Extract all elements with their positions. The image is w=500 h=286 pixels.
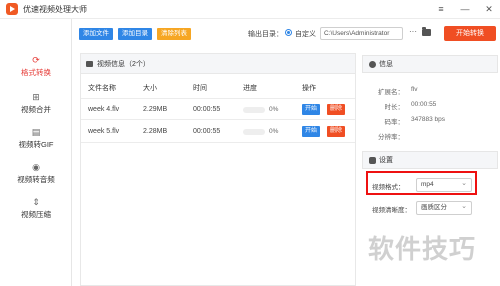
- table-row: week 4.flv 2.29MB 00:00:55 0% 开始 删除: [81, 98, 355, 120]
- settings-title: 设置: [379, 157, 393, 164]
- add-folder-button[interactable]: 添加目录: [118, 28, 152, 40]
- info-header: 信息: [362, 55, 498, 73]
- sidebar-item-label: 视频合并: [21, 105, 51, 114]
- file-duration: 00:00:55: [193, 128, 221, 135]
- file-panel-title: 视频信息（2个）: [97, 60, 150, 68]
- column-header-time: 时间: [193, 85, 207, 92]
- file-duration: 00:00:55: [193, 106, 221, 113]
- folder-icon[interactable]: [422, 27, 431, 36]
- sidebar-item-video-merge[interactable]: ⊞ 视频合并: [0, 92, 72, 115]
- file-name: week 4.flv: [88, 106, 120, 113]
- sidebar: ⟳ 格式转换 ⊞ 视频合并 ▤ 视频转GIF ◉ 视频转音频 ⇕ 视频压缩: [0, 19, 72, 286]
- start-convert-button[interactable]: 开始转换: [444, 26, 496, 41]
- add-file-button[interactable]: 添加文件: [79, 28, 113, 40]
- sidebar-item-video-compress[interactable]: ⇕ 视频压缩: [0, 197, 72, 220]
- info-icon: [369, 60, 376, 68]
- sidebar-item-video-to-gif[interactable]: ▤ 视频转GIF: [0, 127, 72, 150]
- info-title: 信息: [379, 61, 393, 68]
- gif-icon: ▤: [31, 127, 41, 137]
- custom-radio[interactable]: [285, 29, 292, 36]
- row-delete-button[interactable]: 删除: [327, 104, 346, 115]
- app-title: 优速视频处理大师: [23, 4, 87, 14]
- row-delete-button[interactable]: 删除: [327, 126, 346, 137]
- column-header-progress: 进度: [243, 85, 257, 92]
- file-size: 2.29MB: [143, 106, 168, 113]
- file-name: week 5.flv: [88, 128, 120, 135]
- minimize-icon[interactable]: —: [460, 5, 470, 14]
- more-options-icon[interactable]: ···: [409, 27, 417, 36]
- file-size: 2.28MB: [143, 128, 168, 135]
- sidebar-item-video-to-audio[interactable]: ◉ 视频转音频: [0, 162, 72, 185]
- window-controls: ≡ — ✕: [436, 0, 494, 19]
- sidebar-item-label: 格式转换: [21, 68, 51, 77]
- sidebar-item-label: 视频转GIF: [18, 140, 54, 149]
- image-icon: [86, 60, 93, 67]
- column-header-actions: 操作: [302, 85, 316, 92]
- sidebar-item-label: 视频压缩: [21, 210, 51, 219]
- sidebar-item-label: 视频转音频: [17, 175, 55, 184]
- settings-header: 设置: [362, 151, 498, 169]
- compress-icon: ⇕: [32, 197, 40, 207]
- chevron-down-icon: ⌄: [461, 203, 467, 210]
- clear-list-button[interactable]: 清除列表: [157, 28, 191, 40]
- video-merge-icon: ⊞: [32, 92, 40, 102]
- gear-icon: [369, 156, 376, 164]
- info-value: 347883 bps: [411, 116, 445, 123]
- toolbar: 添加文件 添加目录 清除列表 输出目录： 自定义 C:\Users\Admini…: [72, 19, 500, 49]
- close-icon[interactable]: ✕: [484, 5, 494, 14]
- info-key: 分辨率：: [378, 134, 404, 141]
- output-path-field[interactable]: C:\Users\Administrator: [320, 27, 403, 40]
- custom-radio-label[interactable]: 自定义: [295, 29, 316, 39]
- info-value: flv: [411, 86, 418, 93]
- highlight-box: [366, 171, 477, 195]
- video-quality-value: 画质区分: [421, 204, 447, 211]
- progress-bar: [243, 129, 265, 135]
- audio-icon: ◉: [32, 162, 40, 172]
- watermark-text: 软件技巧: [368, 234, 477, 264]
- file-list-panel: 视频信息（2个） 文件名称 大小 时间 进度 操作 week 4.flv 2.2…: [80, 53, 356, 286]
- menu-icon[interactable]: ≡: [436, 5, 446, 14]
- progress-percent: 0%: [269, 128, 279, 135]
- video-quality-select[interactable]: 画质区分 ⌄: [416, 201, 472, 215]
- info-value: 00:00:55: [411, 101, 437, 108]
- info-key: 码率：: [384, 119, 405, 126]
- info-key: 时长：: [384, 104, 405, 111]
- app-logo-icon: [6, 3, 18, 15]
- info-key: 扩展名：: [378, 89, 404, 96]
- output-dir-label: 输出目录：: [248, 31, 283, 38]
- row-start-button[interactable]: 开始: [302, 104, 321, 115]
- table-row: week 5.flv 2.28MB 00:00:55 0% 开始 删除: [81, 121, 355, 143]
- progress-bar: [243, 107, 265, 113]
- column-header-size: 大小: [143, 85, 157, 92]
- video-quality-label: 视频清晰度：: [372, 207, 411, 214]
- row-start-button[interactable]: 开始: [302, 126, 321, 137]
- progress-percent: 0%: [269, 106, 279, 113]
- format-convert-icon: ⟳: [32, 55, 40, 65]
- video-quality-row: 视频清晰度： 画质区分 ⌄: [362, 200, 498, 216]
- sidebar-item-format-convert[interactable]: ⟳ 格式转换: [0, 55, 72, 78]
- column-header-name: 文件名称: [88, 85, 116, 92]
- title-bar: 优速视频处理大师 ≡ — ✕: [0, 0, 500, 19]
- file-panel-header: 视频信息（2个）: [81, 54, 355, 74]
